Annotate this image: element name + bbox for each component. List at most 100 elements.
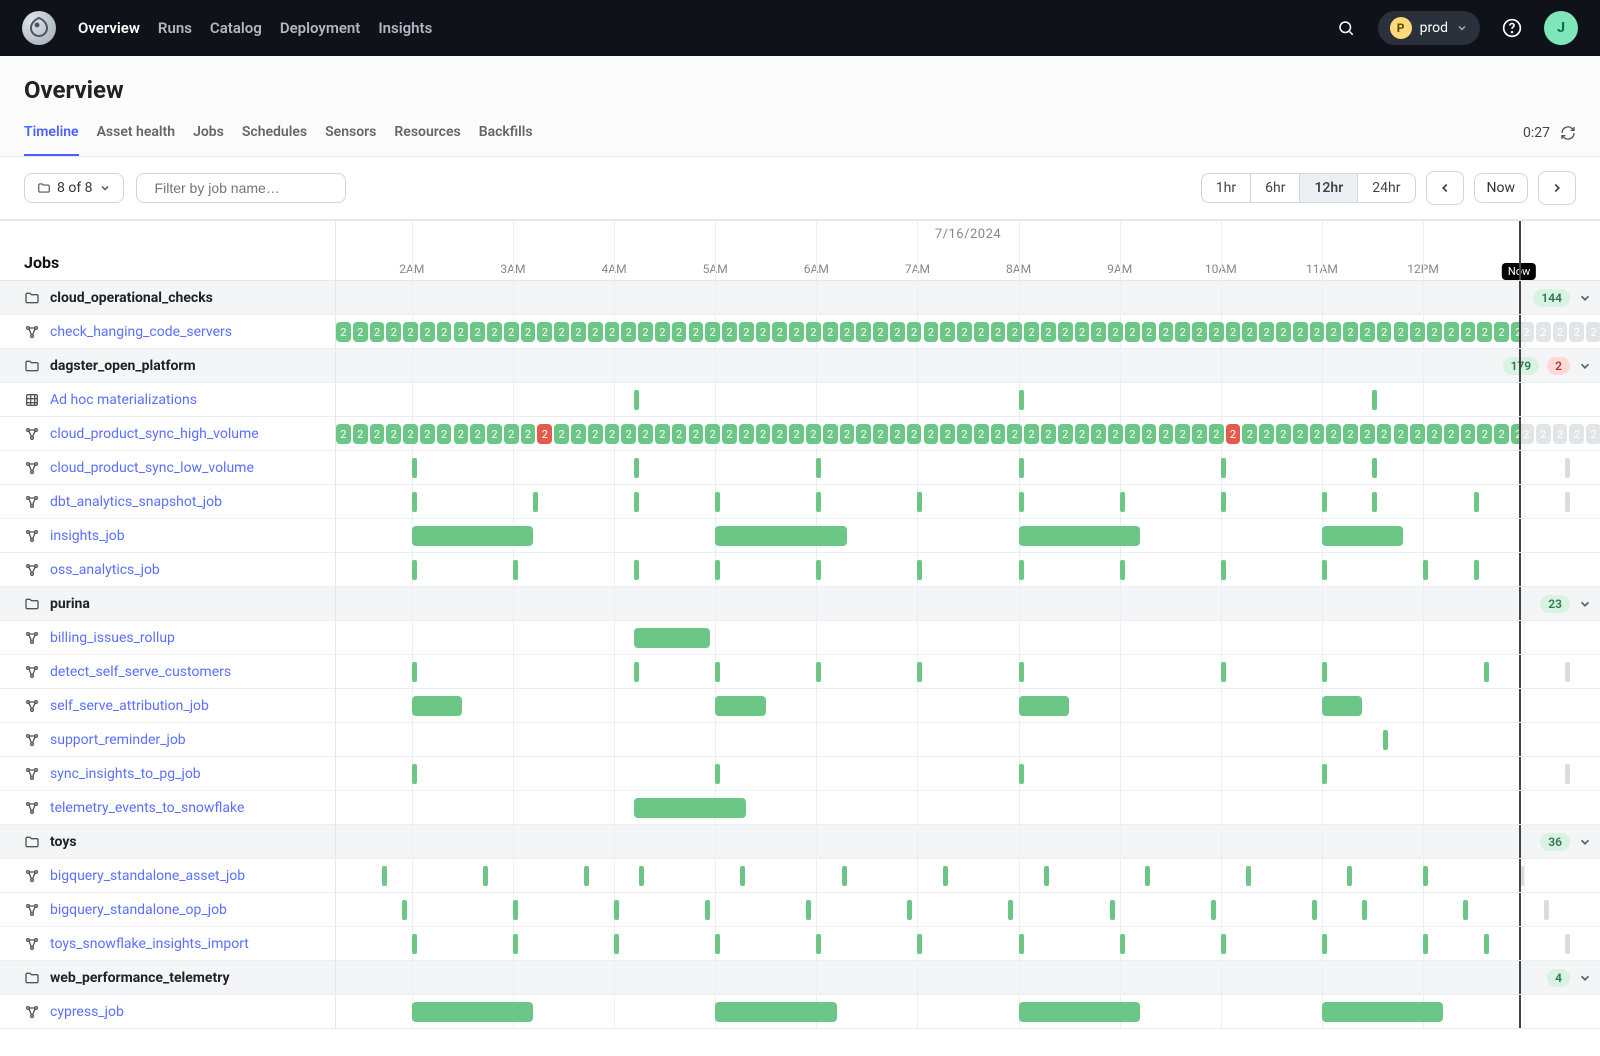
run-tick[interactable] — [917, 492, 922, 512]
run-block[interactable]: 2 — [772, 322, 787, 342]
run-tick[interactable] — [634, 492, 639, 512]
run-tick[interactable] — [1211, 900, 1216, 920]
run-tick[interactable] — [1221, 934, 1226, 954]
run-block[interactable]: 2 — [1444, 424, 1459, 444]
run-block[interactable]: 2 — [454, 322, 469, 342]
help-icon[interactable] — [1494, 10, 1530, 46]
run-block[interactable] — [634, 628, 710, 648]
run-tick[interactable] — [943, 866, 948, 886]
run-tick[interactable] — [816, 458, 821, 478]
collapse-icon[interactable] — [1578, 291, 1592, 305]
run-tick[interactable] — [412, 560, 417, 580]
run-block[interactable]: 2 — [1519, 424, 1534, 444]
run-tick[interactable] — [715, 934, 720, 954]
run-tick[interactable] — [1565, 662, 1570, 682]
run-block[interactable]: 2 — [537, 322, 552, 342]
run-block[interactable]: 2 — [739, 322, 754, 342]
tab-resources[interactable]: Resources — [394, 124, 460, 156]
run-block[interactable]: 2 — [621, 322, 636, 342]
job-name[interactable]: detect_self_serve_customers — [50, 664, 231, 680]
range-6hr[interactable]: 6hr — [1251, 174, 1300, 202]
prev-button[interactable] — [1426, 171, 1464, 205]
run-block[interactable]: 2 — [924, 424, 939, 444]
run-tick[interactable] — [1019, 764, 1024, 784]
run-block[interactable]: 2 — [1586, 322, 1600, 342]
run-tick[interactable] — [382, 866, 387, 886]
tab-asset-health[interactable]: Asset health — [97, 124, 175, 156]
run-block[interactable]: 2 — [1259, 322, 1274, 342]
job-name[interactable]: cloud_product_sync_low_volume — [50, 460, 254, 476]
run-block[interactable]: 2 — [1007, 424, 1022, 444]
run-block[interactable]: 2 — [1377, 322, 1392, 342]
run-tick[interactable] — [1372, 458, 1377, 478]
run-tick[interactable] — [1565, 458, 1570, 478]
run-block[interactable]: 2 — [1226, 424, 1241, 444]
run-tick[interactable] — [1322, 492, 1327, 512]
run-tick[interactable] — [1565, 492, 1570, 512]
job-name[interactable]: check_hanging_code_servers — [50, 324, 232, 340]
job-name[interactable]: Ad hoc materializations — [50, 392, 197, 408]
run-block[interactable]: 2 — [1461, 322, 1476, 342]
run-block[interactable]: 2 — [890, 424, 905, 444]
run-tick[interactable] — [634, 560, 639, 580]
run-block[interactable]: 2 — [1175, 424, 1190, 444]
run-block[interactable] — [412, 526, 533, 546]
run-block[interactable]: 2 — [1326, 424, 1341, 444]
run-block[interactable]: 2 — [756, 424, 771, 444]
run-block[interactable]: 2 — [1427, 424, 1442, 444]
run-block[interactable]: 2 — [806, 424, 821, 444]
run-tick[interactable] — [412, 764, 417, 784]
run-block[interactable]: 2 — [1175, 322, 1190, 342]
run-block[interactable]: 2 — [1461, 424, 1476, 444]
job-name[interactable]: billing_issues_rollup — [50, 630, 175, 646]
run-block[interactable] — [1322, 1002, 1443, 1022]
run-block[interactable]: 2 — [1343, 424, 1358, 444]
run-tick[interactable] — [816, 560, 821, 580]
collapse-icon[interactable] — [1578, 835, 1592, 849]
job-name[interactable]: cypress_job — [50, 1004, 124, 1020]
run-tick[interactable] — [1246, 866, 1251, 886]
run-block[interactable]: 2 — [672, 322, 687, 342]
run-block[interactable]: 2 — [1007, 322, 1022, 342]
run-tick[interactable] — [816, 492, 821, 512]
run-block[interactable]: 2 — [722, 424, 737, 444]
run-block[interactable] — [1019, 526, 1140, 546]
run-tick[interactable] — [806, 900, 811, 920]
run-tick[interactable] — [634, 458, 639, 478]
run-block[interactable]: 2 — [403, 322, 418, 342]
run-block[interactable]: 2 — [991, 322, 1006, 342]
run-tick[interactable] — [614, 934, 619, 954]
run-block[interactable]: 2 — [806, 322, 821, 342]
run-block[interactable]: 2 — [1519, 322, 1534, 342]
run-block[interactable]: 2 — [1209, 322, 1224, 342]
run-tick[interactable] — [1423, 934, 1428, 954]
run-block[interactable]: 2 — [386, 424, 401, 444]
run-tick[interactable] — [513, 900, 518, 920]
run-block[interactable]: 2 — [1343, 322, 1358, 342]
run-block[interactable]: 2 — [1041, 322, 1056, 342]
run-block[interactable]: 2 — [1494, 424, 1509, 444]
run-block[interactable]: 2 — [420, 424, 435, 444]
run-block[interactable]: 2 — [487, 322, 502, 342]
run-block[interactable]: 2 — [1091, 424, 1106, 444]
run-block[interactable]: 2 — [1310, 322, 1325, 342]
run-block[interactable]: 2 — [1553, 322, 1568, 342]
run-block[interactable]: 2 — [588, 322, 603, 342]
run-tick[interactable] — [483, 866, 488, 886]
run-block[interactable]: 2 — [655, 424, 670, 444]
run-block[interactable]: 2 — [454, 424, 469, 444]
run-tick[interactable] — [1565, 934, 1570, 954]
run-block[interactable]: 2 — [940, 322, 955, 342]
job-name[interactable]: insights_job — [50, 528, 125, 544]
run-tick[interactable] — [1372, 492, 1377, 512]
run-block[interactable]: 2 — [957, 322, 972, 342]
run-block[interactable]: 2 — [1142, 424, 1157, 444]
folder-filter-button[interactable]: 8 of 8 — [24, 173, 124, 203]
run-block[interactable]: 2 — [974, 424, 989, 444]
run-block[interactable]: 2 — [1125, 424, 1140, 444]
run-tick[interactable] — [639, 866, 644, 886]
run-block[interactable]: 2 — [1444, 322, 1459, 342]
run-block[interactable]: 2 — [991, 424, 1006, 444]
run-block[interactable]: 2 — [1477, 322, 1492, 342]
run-tick[interactable] — [1221, 458, 1226, 478]
